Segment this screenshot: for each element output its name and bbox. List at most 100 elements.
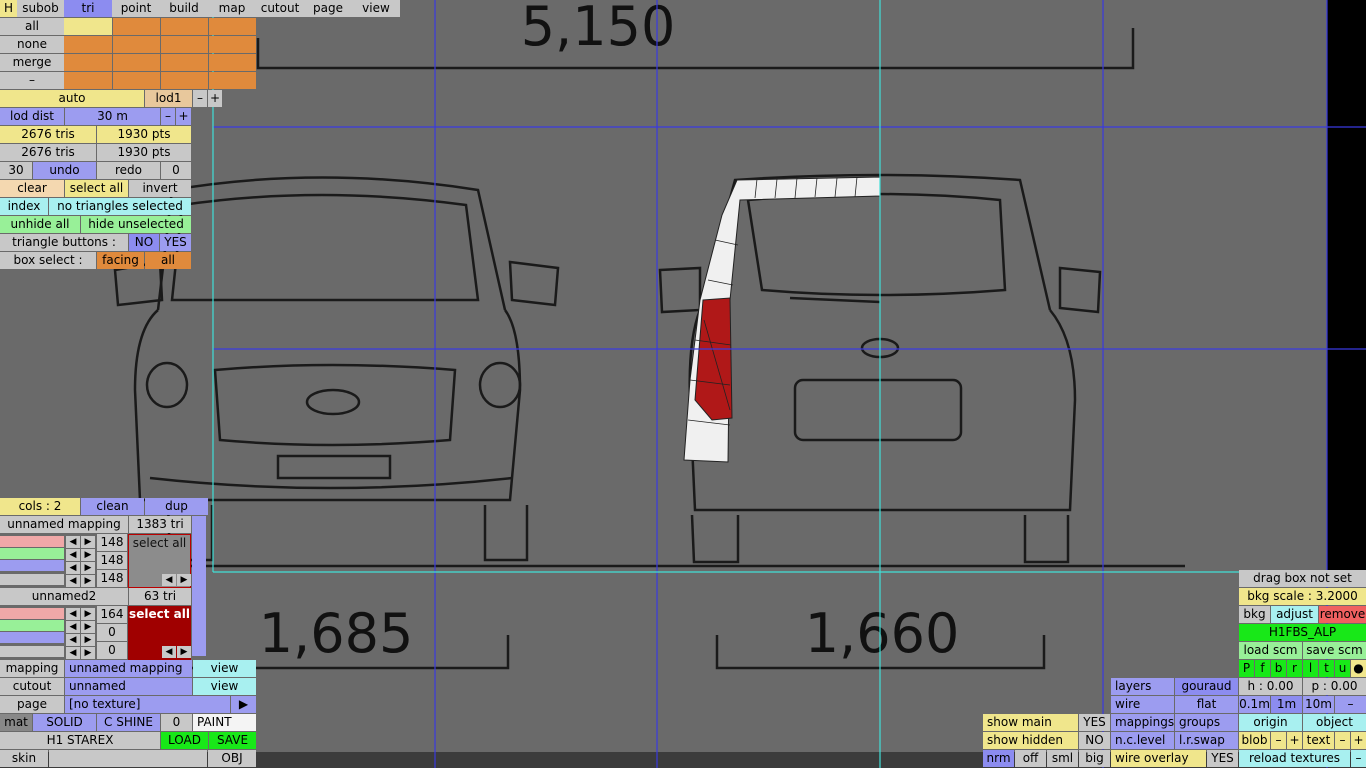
blob-button[interactable]: blob [1239, 732, 1270, 749]
cshine-button[interactable]: C SHINE [97, 714, 160, 731]
arrow-right-icon[interactable]: ▶ [81, 608, 95, 620]
grid-cell[interactable] [64, 72, 112, 89]
mapping-1-value[interactable]: 148 [97, 570, 127, 587]
red-slider[interactable] [0, 536, 64, 547]
green-slider[interactable] [0, 620, 64, 631]
save-scm-button[interactable]: save scm [1303, 642, 1366, 659]
mapping-2-name[interactable]: unnamed2 [0, 588, 128, 605]
dash-button[interactable]: – [0, 72, 64, 89]
arrow-left-icon[interactable]: ◀ [66, 562, 80, 574]
blob-minus-button[interactable]: – [1271, 732, 1286, 749]
arrow-right-icon[interactable]: ▶ [81, 634, 95, 646]
bkg-button[interactable]: bkg [1239, 606, 1270, 623]
index-button[interactable]: index [0, 198, 48, 215]
grid-cell[interactable] [113, 18, 160, 35]
mapping-1-name[interactable]: unnamed mapping [0, 516, 128, 533]
lod-plus-button[interactable]: + [208, 90, 222, 107]
show-hidden-toggle[interactable]: NO [1079, 732, 1110, 749]
wire-button[interactable]: wire [1111, 696, 1174, 713]
grid-cell[interactable] [113, 54, 160, 71]
page-select[interactable]: [no texture] [65, 696, 230, 713]
lod-minus-button[interactable]: – [193, 90, 207, 107]
grid-cell[interactable] [161, 72, 208, 89]
arrow-left-icon[interactable]: ◀ [162, 574, 176, 586]
undo-button[interactable]: undo [33, 162, 96, 179]
unhide-all-button[interactable]: unhide all [0, 216, 80, 233]
heading-value[interactable]: h : 0.00 [1239, 678, 1302, 695]
grid-cell[interactable] [64, 36, 112, 53]
paint-button[interactable]: PAINT [193, 714, 256, 731]
text-button[interactable]: text [1303, 732, 1334, 749]
tab-view[interactable]: view [352, 0, 400, 17]
arrow-left-icon[interactable]: ◀ [66, 536, 80, 548]
grid-cell[interactable] [209, 36, 256, 53]
blue-slider[interactable] [0, 632, 64, 643]
tab-tri[interactable]: tri [64, 0, 112, 17]
object-button[interactable]: object [1303, 714, 1366, 731]
gouraud-button[interactable]: gouraud [1175, 678, 1238, 695]
step-01m-button[interactable]: 0.1m [1239, 696, 1270, 713]
arrow-left-icon[interactable]: ◀ [66, 575, 80, 587]
obj-button[interactable]: OBJ [208, 750, 256, 767]
pitch-value[interactable]: p : 0.00 [1303, 678, 1366, 695]
select-all-tri-button[interactable]: select all [65, 180, 128, 197]
step-minus-button[interactable]: – [1335, 696, 1366, 713]
mapping-2-value[interactable]: 0 [97, 642, 127, 659]
alpha-slider[interactable] [0, 574, 64, 585]
mat-value[interactable]: 0 [161, 714, 192, 731]
reload-minus-button[interactable]: – [1351, 750, 1366, 767]
adjust-button[interactable]: adjust [1271, 606, 1318, 623]
view-perspective-button[interactable]: P [1239, 660, 1254, 677]
arrow-left-icon[interactable]: ◀ [66, 608, 80, 620]
page-next-icon[interactable]: ▶ [231, 696, 256, 713]
arrow-right-icon[interactable]: ▶ [81, 621, 95, 633]
view-front-button[interactable]: f [1255, 660, 1270, 677]
step-1m-button[interactable]: 1m [1271, 696, 1302, 713]
select-all-button[interactable]: all [0, 18, 64, 35]
grid-cell[interactable] [113, 36, 160, 53]
clear-button[interactable]: clear [0, 180, 64, 197]
background-texture-name[interactable]: H1FBS_ALP [1239, 624, 1366, 641]
cols-label[interactable]: cols : 2 [0, 498, 80, 515]
arrow-right-icon[interactable]: ▶ [81, 549, 95, 561]
blob-plus-button[interactable]: + [1287, 732, 1302, 749]
mapping-2-value[interactable]: 0 [97, 624, 127, 641]
mappings-scrollbar[interactable] [192, 516, 206, 656]
view-right-button[interactable]: r [1287, 660, 1302, 677]
arrow-right-icon[interactable]: ▶ [81, 647, 95, 659]
tab-page[interactable]: page [304, 0, 352, 17]
arrow-right-icon[interactable]: ▶ [177, 574, 191, 586]
view-top-button[interactable]: t [1319, 660, 1334, 677]
mapping-1-value[interactable]: 148 [97, 534, 127, 551]
mapping-view-button[interactable]: view [193, 660, 256, 677]
arrow-left-icon[interactable]: ◀ [66, 621, 80, 633]
reload-textures-button[interactable]: reload textures [1239, 750, 1350, 767]
grid-cell[interactable] [113, 72, 160, 89]
arrow-right-icon[interactable]: ▶ [81, 536, 95, 548]
mappings-button[interactable]: mappings [1111, 714, 1174, 731]
grid-cell[interactable] [161, 54, 208, 71]
show-main-toggle[interactable]: YES [1079, 714, 1110, 731]
invert-button[interactable]: invert [129, 180, 191, 197]
tab-point[interactable]: point [112, 0, 160, 17]
tab-cutout[interactable]: cutout [256, 0, 304, 17]
big-button[interactable]: big [1079, 750, 1110, 767]
bkg-scale[interactable]: bkg scale : 3.2000 [1239, 588, 1366, 605]
step-10m-button[interactable]: 10m [1303, 696, 1334, 713]
hide-unselected-button[interactable]: hide unselected [81, 216, 191, 233]
grid-cell[interactable] [209, 54, 256, 71]
mapping-1-value[interactable]: 148 [97, 552, 127, 569]
view-under-button[interactable]: u [1335, 660, 1350, 677]
arrow-left-icon[interactable]: ◀ [66, 647, 80, 659]
mapping-2-value[interactable]: 164 [97, 606, 127, 623]
grid-cell[interactable] [161, 36, 208, 53]
mapping-select[interactable]: unnamed mapping [65, 660, 192, 677]
triangle-buttons-yes[interactable]: YES [160, 234, 191, 251]
load-scm-button[interactable]: load scm [1239, 642, 1302, 659]
redo-button[interactable]: redo [97, 162, 160, 179]
lod-dist-value[interactable]: 30 m [65, 108, 160, 125]
grid-cell[interactable] [161, 18, 208, 35]
skin-field[interactable] [49, 750, 207, 767]
origin-button[interactable]: origin [1239, 714, 1302, 731]
arrow-left-icon[interactable]: ◀ [162, 646, 176, 658]
